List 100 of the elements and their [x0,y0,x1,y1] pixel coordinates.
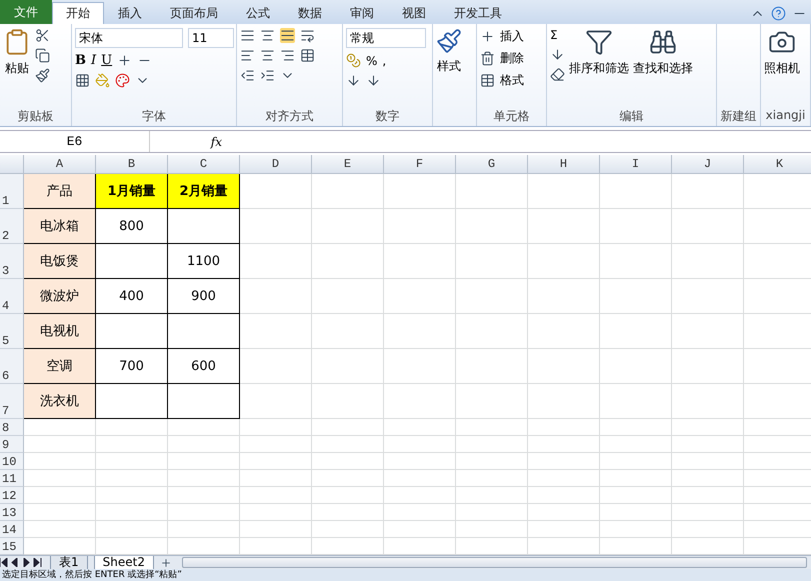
cell-button[interactable]: 格式 [500,72,524,89]
help-icon[interactable] [771,6,786,20]
delete-icon[interactable] [480,51,495,66]
row-header[interactable]: 13 [0,504,24,521]
row-header[interactable]: 2 [0,209,24,244]
find-select-button[interactable]: 查找和选择 [633,60,693,77]
row-header[interactable]: 12 [0,487,24,504]
paste-button[interactable]: 粘贴 [5,60,29,77]
table-cell [456,453,528,470]
sort-filter-button[interactable]: 排序和筛选 [569,60,629,77]
column-header[interactable]: E [312,155,384,174]
insert-function-button[interactable]: fx [150,131,228,152]
sort-filter-icon[interactable] [585,28,613,56]
indent-increase-icon[interactable] [260,68,275,83]
ribbon-tab[interactable]: 开发工具 [440,2,516,24]
ribbon-tab[interactable]: 页面布局 [156,2,232,24]
copy-icon[interactable] [35,48,50,63]
cell-button[interactable]: 删除 [500,50,524,67]
ribbon-tab[interactable]: 插入 [104,2,156,24]
currency-icon[interactable] [346,53,361,68]
file-menu[interactable]: 文件 [0,0,52,24]
indent-decrease-icon[interactable] [240,68,255,83]
sum-button[interactable]: Σ [550,28,558,42]
table-cell [96,487,168,504]
new-sheet-icon[interactable] [160,556,172,568]
camera-button[interactable]: 照相机 [764,60,800,77]
wrap-text-icon[interactable] [300,28,315,43]
row-header[interactable]: 1 [0,174,24,209]
ribbon-tab[interactable]: 公式 [232,2,284,24]
bold-button[interactable]: B [75,53,86,68]
underline-button[interactable]: U [101,53,112,68]
table-cell: 900 [168,279,240,314]
row-header[interactable]: 9 [0,436,24,453]
column-header[interactable]: J [672,155,744,174]
row-header[interactable]: 10 [0,453,24,470]
table-cell: 电冰箱 [24,209,96,244]
table-cell [312,174,384,209]
table-cell [240,279,312,314]
column-header[interactable]: A [24,155,96,174]
table-cell [672,419,744,436]
sheet-tab[interactable]: Sheet2 [94,556,154,570]
table-cell [600,384,672,419]
cell-button[interactable]: 插入 [500,28,524,45]
row-header[interactable]: 3 [0,244,24,279]
name-box[interactable]: E6 [0,131,150,152]
styles-button[interactable]: 样式 [437,58,461,75]
table-cell [672,487,744,504]
row-header[interactable]: 5 [0,314,24,349]
sheet-navigation-icon[interactable] [0,558,44,567]
ribbon-tab[interactable]: 审阅 [336,2,388,24]
table-cell [168,521,240,538]
table-cell: 1月销量 [96,174,168,209]
row-header[interactable]: 8 [0,419,24,436]
font-size-field[interactable]: 11 [188,28,234,48]
table-cell [672,521,744,538]
styles-icon[interactable] [436,28,462,54]
column-header[interactable]: F [384,155,456,174]
fill-color-icon[interactable] [95,73,110,88]
column-header[interactable]: B [96,155,168,174]
format-icon[interactable] [480,73,495,88]
table-cell [240,521,312,538]
ribbon-tab[interactable]: 数据 [284,2,336,24]
align-center-icon[interactable] [260,48,275,63]
font-name-field[interactable]: 宋体 [75,28,183,48]
row-header[interactable]: 15 [0,538,24,555]
align-middle-icon[interactable] [260,28,275,43]
row-header[interactable]: 6 [0,349,24,384]
horizontal-scrollbar[interactable] [182,557,807,568]
column-header[interactable]: G [456,155,528,174]
align-right-icon[interactable] [280,48,295,63]
merge-icon[interactable] [300,48,315,63]
table-cell [24,470,96,487]
table-cell [384,314,456,349]
table-cell [312,209,384,244]
binoculars-icon[interactable] [649,28,677,56]
percent-button[interactable]: % [366,54,378,68]
column-header[interactable]: C [168,155,240,174]
italic-button[interactable]: I [91,53,96,68]
table-cell [672,453,744,470]
column-header[interactable]: K [744,155,811,174]
borders-icon[interactable] [75,73,90,88]
ribbon-tab[interactable]: 开始 [52,2,104,24]
column-header[interactable]: D [240,155,312,174]
insert-icon[interactable] [480,29,495,44]
row-header[interactable]: 14 [0,521,24,538]
ribbon-tab[interactable]: 视图 [388,2,440,24]
number-format-field[interactable]: 常规 [346,28,426,48]
row-header[interactable]: 11 [0,470,24,487]
sheet-tab[interactable]: 表1 [50,556,88,570]
comma-button[interactable]: , [382,54,386,68]
cut-icon[interactable] [35,28,50,43]
table-cell [168,384,240,419]
row-header[interactable]: 4 [0,279,24,314]
column-header[interactable]: H [528,155,600,174]
format-painter-icon[interactable] [35,68,50,83]
fill-icon[interactable] [550,47,565,62]
align-left-icon[interactable] [240,48,255,63]
row-header[interactable]: 7 [0,384,24,419]
clear-icon[interactable] [550,67,565,82]
column-header[interactable]: I [600,155,672,174]
